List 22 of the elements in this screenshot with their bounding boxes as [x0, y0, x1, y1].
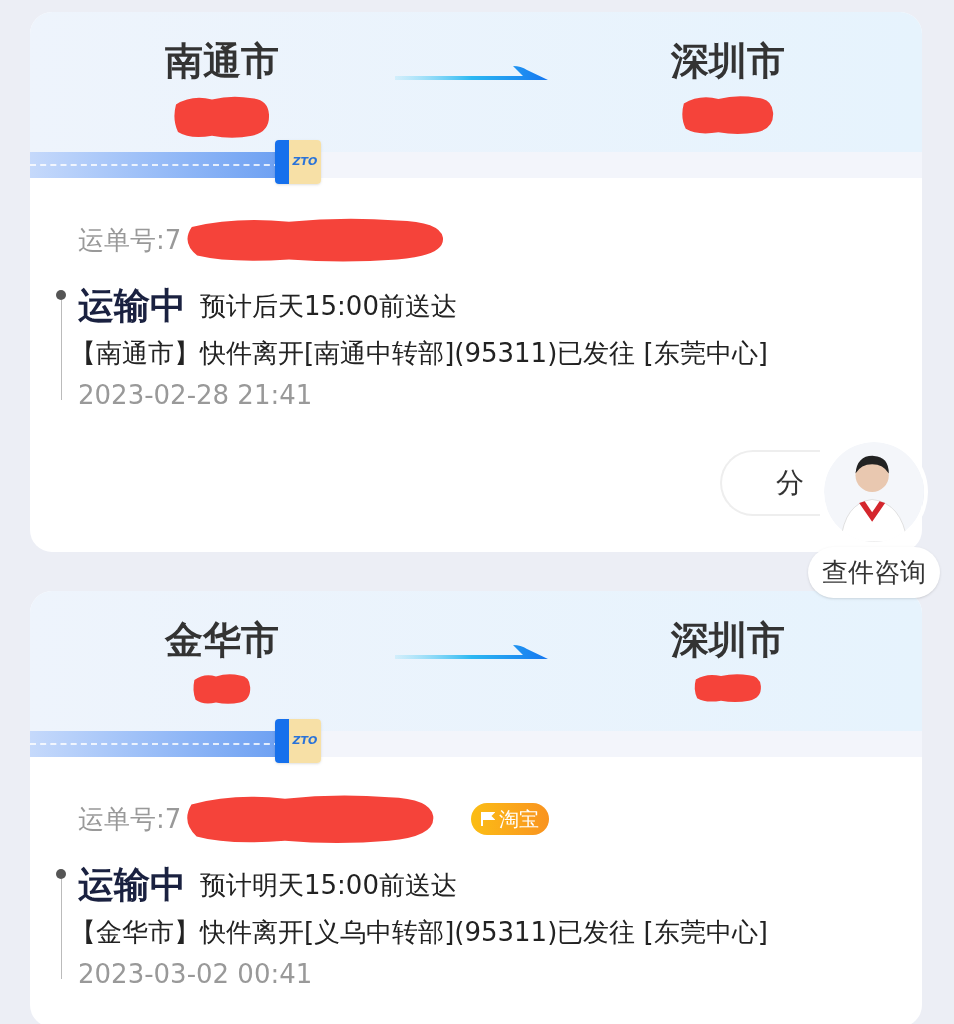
arrow-icon: [395, 64, 548, 82]
waybill-label: 运单号:7: [78, 223, 182, 257]
event-time: 2023-02-28 21:41: [78, 379, 314, 412]
redaction-mark: [693, 671, 763, 705]
share-button[interactable]: 分: [720, 450, 820, 516]
waybill-label: 运单号:7: [78, 802, 182, 836]
arrow-icon: [395, 643, 548, 661]
event-text: 【金华市】快件离开[义乌中转部](95311)已发往 [东莞中心]: [70, 916, 769, 949]
destination-city: 深圳市: [671, 38, 785, 84]
support-label[interactable]: 查件咨询: [808, 547, 940, 598]
destination-city: 深圳市: [671, 617, 785, 663]
status-text: 运输中: [78, 284, 186, 328]
origin-city: 南通市: [165, 38, 279, 84]
redaction-mark: [192, 671, 252, 707]
status-text: 运输中: [78, 863, 186, 907]
origin-city: 金华市: [165, 617, 279, 663]
source-tag: 淘宝: [471, 803, 550, 835]
event-text: 【南通市】快件离开[南通中转部](95311)已发往 [东莞中心]: [70, 337, 769, 370]
eta-text: 预计后天15:00前送达: [200, 289, 457, 323]
flag-icon: [481, 811, 496, 827]
event-time: 2023-03-02 00:41: [78, 958, 314, 991]
eta-text: 预计明天15:00前送达: [200, 868, 457, 902]
